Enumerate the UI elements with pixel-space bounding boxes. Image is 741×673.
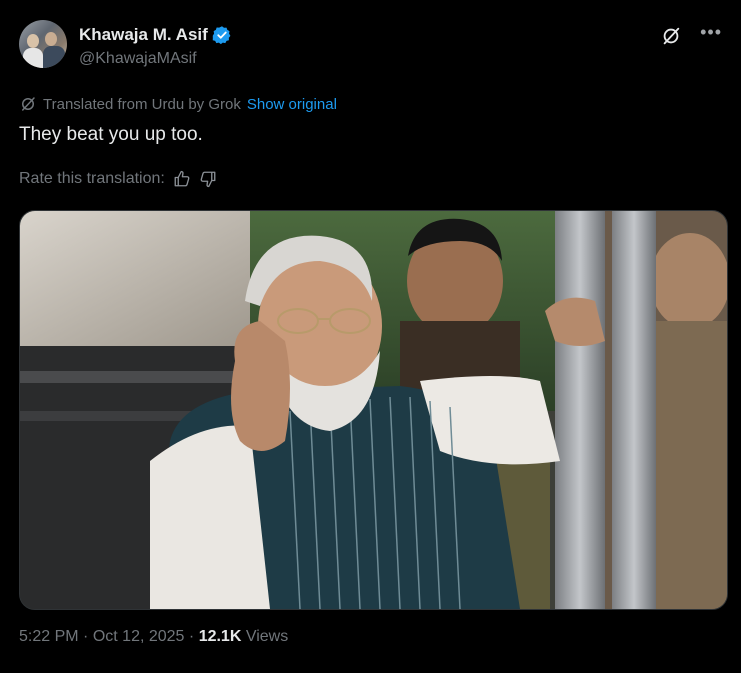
- tweet-time[interactable]: 5:22 PM: [19, 628, 79, 645]
- views-label: Views: [245, 628, 289, 645]
- tweet-header: Khawaja M. Asif @KhawajaMAsif •••: [19, 20, 722, 72]
- thumbs-up-icon[interactable]: [173, 170, 191, 188]
- tweet-text: They beat you up too.: [19, 124, 203, 145]
- rate-label: Rate this translation:: [19, 170, 165, 187]
- show-original-link[interactable]: Show original: [247, 96, 337, 113]
- thumbs-down-icon[interactable]: [199, 170, 217, 188]
- views-count: 12.1K: [198, 628, 242, 645]
- tweet-date[interactable]: Oct 12, 2025: [93, 628, 185, 645]
- avatar[interactable]: [19, 20, 67, 68]
- tweet-meta: 5:22 PM · Oct 12, 2025 · 12.1K Views: [19, 628, 288, 646]
- grok-icon: [22, 97, 35, 111]
- author-name[interactable]: Khawaja M. Asif: [79, 25, 208, 45]
- tweet-photo: [20, 211, 727, 609]
- grok-icon[interactable]: [660, 25, 682, 47]
- translation-notice-row: Translated from Urdu by Grok Show origin…: [19, 95, 337, 113]
- author-name-row[interactable]: Khawaja M. Asif: [79, 25, 232, 45]
- tweet-image[interactable]: [19, 210, 728, 610]
- separator: ·: [188, 628, 195, 645]
- verified-badge-icon: [212, 26, 231, 45]
- author-handle[interactable]: @KhawajaMAsif: [79, 50, 197, 68]
- more-icon[interactable]: •••: [700, 22, 722, 43]
- separator: ·: [83, 628, 89, 645]
- rate-translation-row: Rate this translation:: [19, 170, 217, 188]
- translation-notice: Translated from Urdu by Grok: [43, 95, 241, 113]
